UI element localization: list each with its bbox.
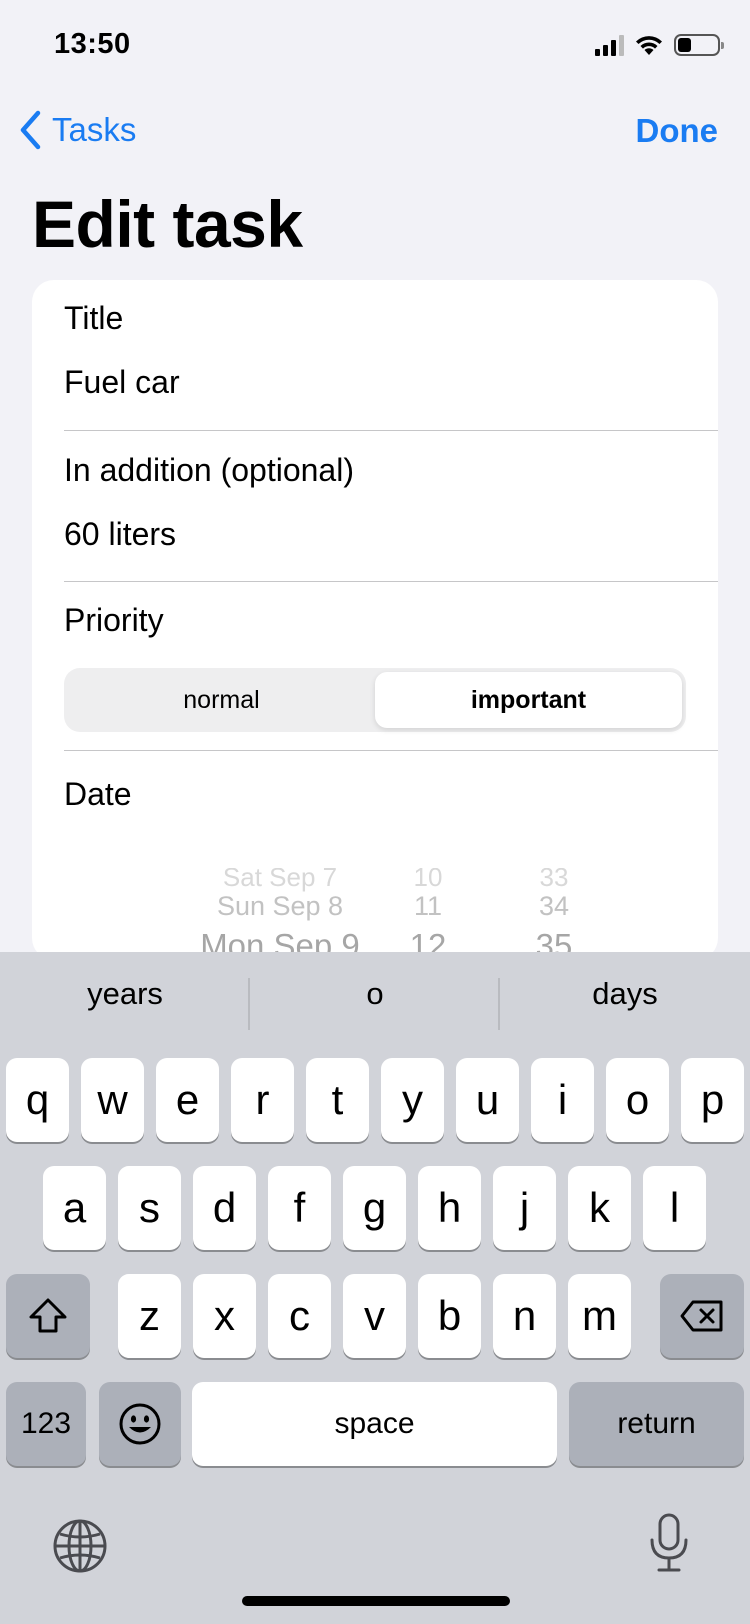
key-z[interactable]: z (118, 1274, 181, 1358)
picker-minute-row: 34 (538, 891, 570, 921)
microphone-icon[interactable] (648, 1512, 690, 1574)
key-c[interactable]: c (268, 1274, 331, 1358)
key-d[interactable]: d (193, 1166, 256, 1250)
key-l[interactable]: l (643, 1166, 706, 1250)
priority-segmented-control: normal important (64, 668, 686, 732)
priority-label: Priority (64, 602, 164, 638)
keyboard: years o days q w e r t y u i o p a s d f… (0, 952, 750, 1624)
date-picker[interactable]: Sat Sep 7 Sun Sep 8 Mon Sep 9 10 11 12 3… (32, 868, 718, 960)
addition-label: In addition (optional) (64, 452, 354, 488)
key-y[interactable]: y (381, 1058, 444, 1142)
key-p[interactable]: p (681, 1058, 744, 1142)
divider (64, 750, 718, 751)
key-a[interactable]: a (43, 1166, 106, 1250)
emoji-icon (119, 1403, 161, 1445)
picker-hour-column[interactable]: 10 11 12 (388, 868, 468, 960)
done-button[interactable]: Done (636, 112, 719, 150)
key-v[interactable]: v (343, 1274, 406, 1358)
page-title: Edit task (32, 187, 303, 261)
key-m[interactable]: m (568, 1274, 631, 1358)
edit-task-form: Title Fuel car In addition (optional) 60… (32, 280, 718, 960)
key-w[interactable]: w (81, 1058, 144, 1142)
suggestion-item[interactable]: years (0, 976, 250, 1012)
addition-field[interactable]: 60 liters (64, 516, 176, 553)
key-t[interactable]: t (306, 1058, 369, 1142)
key-k[interactable]: k (568, 1166, 631, 1250)
key-h[interactable]: h (418, 1166, 481, 1250)
navigation-bar: Tasks Done (0, 100, 750, 164)
suggestion-item[interactable]: days (500, 976, 750, 1012)
space-key[interactable]: space (192, 1382, 557, 1466)
home-indicator[interactable] (242, 1596, 510, 1606)
key-o[interactable]: o (606, 1058, 669, 1142)
shift-key[interactable] (6, 1274, 90, 1358)
numbers-key[interactable]: 123 (6, 1382, 86, 1466)
key-j[interactable]: j (493, 1166, 556, 1250)
suggestion-bar: years o days (0, 952, 750, 1056)
cellular-signal-icon (595, 34, 624, 56)
key-n[interactable]: n (493, 1274, 556, 1358)
back-button-label: Tasks (52, 111, 137, 148)
chevron-left-icon (20, 110, 41, 150)
key-b[interactable]: b (418, 1274, 481, 1358)
divider (64, 430, 718, 431)
shift-arrow-icon (29, 1298, 67, 1333)
globe-icon[interactable] (52, 1518, 108, 1574)
picker-hour-row: 11 (413, 891, 443, 921)
divider (64, 581, 718, 582)
picker-hour-row: 10 (413, 868, 443, 892)
key-g[interactable]: g (343, 1166, 406, 1250)
key-i[interactable]: i (531, 1058, 594, 1142)
key-u[interactable]: u (456, 1058, 519, 1142)
picker-minute-row: 33 (539, 868, 569, 892)
key-s[interactable]: s (118, 1166, 181, 1250)
delete-key[interactable] (660, 1274, 744, 1358)
picker-day-column[interactable]: Sat Sep 7 Sun Sep 8 Mon Sep 9 (160, 868, 400, 960)
backspace-icon (680, 1300, 723, 1332)
date-label: Date (64, 776, 132, 812)
status-icons (595, 30, 724, 60)
emoji-key[interactable] (99, 1382, 181, 1466)
priority-option-important[interactable]: important (375, 672, 682, 728)
title-label: Title (64, 300, 124, 336)
key-r[interactable]: r (231, 1058, 294, 1142)
wifi-icon (636, 36, 662, 55)
key-f[interactable]: f (268, 1166, 331, 1250)
title-field[interactable]: Fuel car (64, 364, 180, 401)
key-e[interactable]: e (156, 1058, 219, 1142)
battery-icon (674, 34, 724, 56)
status-bar: 13:50 (0, 0, 750, 90)
priority-option-normal[interactable]: normal (68, 672, 375, 728)
back-button[interactable]: Tasks (18, 110, 136, 150)
key-x[interactable]: x (193, 1274, 256, 1358)
suggestion-item[interactable]: o (250, 976, 500, 1012)
return-key[interactable]: return (569, 1382, 744, 1466)
key-q[interactable]: q (6, 1058, 69, 1142)
picker-minute-column[interactable]: 33 34 35 (514, 868, 594, 960)
picker-day-row: Sun Sep 8 (216, 891, 344, 921)
picker-day-row: Sat Sep 7 (222, 868, 338, 892)
status-time: 13:50 (54, 28, 131, 60)
